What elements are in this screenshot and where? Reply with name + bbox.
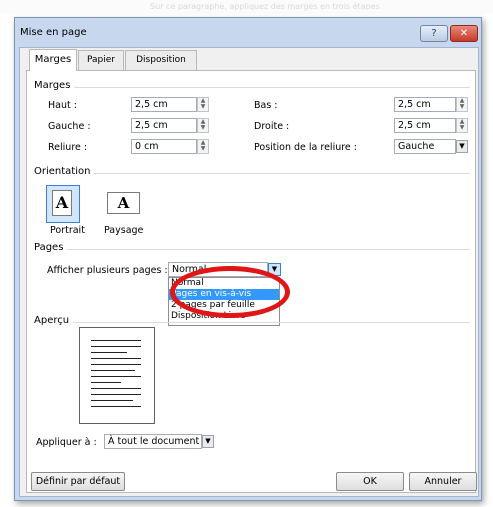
set-default-button[interactable]: Définir par défaut <box>31 472 125 491</box>
preview-line <box>91 406 141 407</box>
preview-line <box>91 358 141 359</box>
group-title-marges: Marges <box>34 80 75 91</box>
appliquer-label: Appliquer à : <box>36 437 97 448</box>
group-divider <box>34 249 470 250</box>
haut-spinner[interactable]: ▲ ▼ <box>197 97 209 112</box>
chevron-down-icon[interactable]: ▼ <box>456 140 468 153</box>
bas-spinner[interactable]: ▲ ▼ <box>456 97 468 112</box>
paysage-option[interactable]: A <box>107 192 140 214</box>
droite-label: Droite : <box>254 121 290 132</box>
preview-line <box>91 352 127 353</box>
afficher-label: Afficher plusieurs pages : <box>47 265 168 276</box>
group-divider <box>34 173 470 174</box>
preview-line <box>91 388 141 389</box>
help-button[interactable]: ? <box>420 25 448 42</box>
preview-line <box>91 370 135 371</box>
paysage-label: Paysage <box>104 225 144 236</box>
cancel-button[interactable]: Annuler <box>409 472 477 491</box>
preview-line <box>91 394 141 395</box>
haut-input[interactable]: 2,5 cm <box>131 97 197 112</box>
preview-line <box>91 376 141 377</box>
group-title-apercu: Aperçu <box>34 315 74 326</box>
group-title-pages: Pages <box>34 242 68 253</box>
ok-button[interactable]: OK <box>336 472 404 491</box>
tab-disposition[interactable]: Disposition <box>125 50 197 70</box>
bas-input[interactable]: 2,5 cm <box>394 97 456 112</box>
preview-line <box>91 346 141 347</box>
portrait-label: Portrait <box>50 225 85 236</box>
help-icon: ? <box>431 28 437 39</box>
haut-label: Haut : <box>48 100 77 111</box>
droite-spinner[interactable]: ▲ ▼ <box>456 118 468 133</box>
portrait-glyph: A <box>55 193 69 212</box>
portrait-page-icon: A <box>52 190 72 216</box>
reliure-spinner[interactable]: ▲ ▼ <box>197 139 209 154</box>
gauche-spinner[interactable]: ▲ ▼ <box>197 118 209 133</box>
preview-line <box>91 400 133 401</box>
reliure-label: Reliure : <box>48 142 88 153</box>
reliure-input[interactable]: 0 cm <box>131 139 197 154</box>
tab-marges[interactable]: Marges <box>29 49 77 71</box>
group-divider <box>34 87 470 88</box>
preview-line <box>91 364 141 365</box>
tab-papier[interactable]: Papier <box>78 50 124 70</box>
appliquer-select[interactable]: À tout le document <box>104 434 202 449</box>
group-divider <box>34 322 470 323</box>
close-icon: ✕ <box>459 28 469 39</box>
position-reliure-select[interactable]: Gauche <box>394 139 456 154</box>
preview-line <box>91 382 121 383</box>
chevron-down-icon[interactable]: ▼ <box>202 435 214 448</box>
highlight-circle <box>170 266 290 318</box>
droite-input[interactable]: 2,5 cm <box>394 118 456 133</box>
close-button[interactable]: ✕ <box>450 25 478 42</box>
preview-line <box>91 340 141 341</box>
dialog-title: Mise en page <box>20 27 87 38</box>
gauche-input[interactable]: 2,5 cm <box>131 118 197 133</box>
paysage-glyph: A <box>117 194 130 212</box>
position-reliure-label: Position de la reliure : <box>254 142 357 153</box>
background-caption: Sur ce paragraphe, appliquez des marges … <box>150 2 380 11</box>
gauche-label: Gauche : <box>48 121 91 132</box>
bas-label: Bas : <box>254 100 278 111</box>
group-title-orientation: Orientation <box>34 166 95 177</box>
